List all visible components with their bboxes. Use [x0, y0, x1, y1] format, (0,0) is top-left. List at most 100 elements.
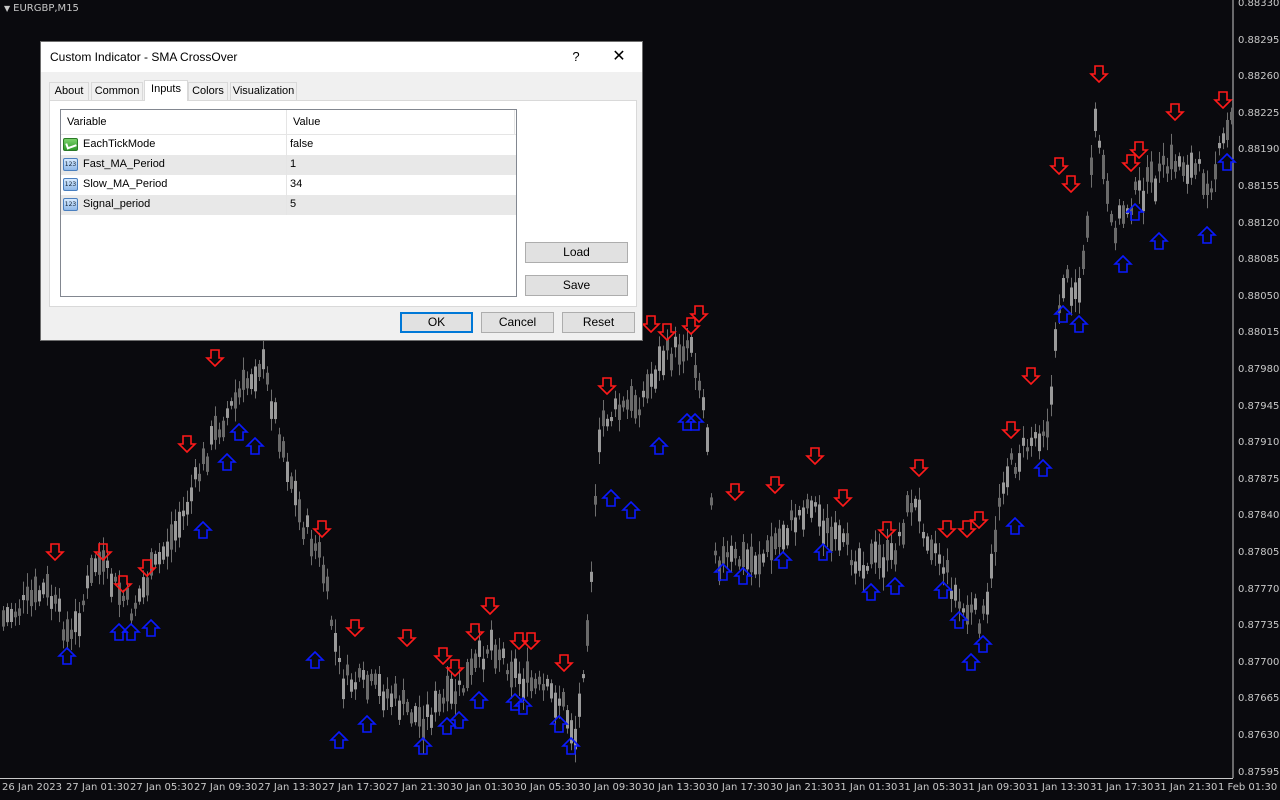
column-header-value[interactable]: Value: [293, 116, 320, 128]
ok-button[interactable]: OK: [400, 312, 473, 333]
candle-body: [1210, 188, 1213, 193]
variable-name: Signal_period: [83, 198, 151, 210]
candle-body: [182, 510, 185, 517]
price-tick-label: 0.88120: [1238, 217, 1280, 229]
load-button[interactable]: Load: [525, 242, 628, 263]
candle-body: [146, 577, 149, 596]
candle-body: [530, 677, 533, 692]
buy-arrow-icon: [245, 436, 265, 455]
dialog-title: Custom Indicator - SMA CrossOver: [50, 50, 238, 64]
candle-body: [426, 704, 429, 717]
symbol-label: ▼ EURGBP,M15: [4, 3, 79, 14]
candle-body: [962, 608, 965, 613]
sell-arrow-icon: [554, 654, 574, 673]
time-tick-label: 31 Jan 01:30: [834, 782, 898, 793]
candle-body: [1034, 432, 1037, 439]
candle-body: [78, 613, 81, 637]
candle-body: [610, 417, 613, 422]
tab-colors[interactable]: Colors: [188, 82, 228, 100]
candle-body: [966, 604, 969, 625]
input-row-eachtickmode[interactable]: EachTickMode false: [61, 135, 516, 155]
input-row-signal-period[interactable]: 123 Signal_period 5: [61, 195, 516, 215]
candle-body: [606, 418, 609, 427]
tab-inputs[interactable]: Inputs: [144, 80, 188, 101]
buy-arrow-icon: [1005, 516, 1025, 535]
cancel-button[interactable]: Cancel: [481, 312, 554, 333]
candle-body: [1230, 111, 1233, 121]
candle-body: [722, 546, 725, 564]
candle-body: [766, 540, 769, 553]
candle-body: [14, 611, 17, 618]
buy-arrow-icon: [469, 690, 489, 709]
reset-button[interactable]: Reset: [562, 312, 635, 333]
column-divider[interactable]: [286, 110, 287, 134]
candle-body: [62, 629, 65, 641]
help-button[interactable]: ?: [564, 46, 588, 68]
sell-arrow-icon: [597, 377, 617, 396]
candle-body: [782, 524, 785, 550]
candle-body: [822, 520, 825, 545]
buy-arrow-icon: [621, 500, 641, 519]
cell-divider: [286, 155, 287, 175]
candle-body: [102, 550, 105, 572]
candle-body: [558, 698, 561, 706]
candle-body: [130, 613, 133, 621]
tab-visualization[interactable]: Visualization: [230, 82, 297, 100]
candle-body: [66, 619, 69, 642]
candle-body: [178, 511, 181, 538]
candle-body: [162, 546, 165, 560]
column-header-variable[interactable]: Variable: [67, 116, 107, 128]
input-row-slow-ma-period[interactable]: 123 Slow_MA_Period 34: [61, 175, 516, 195]
number-icon: 123: [63, 158, 78, 171]
candle-body: [1078, 278, 1081, 303]
input-row-fast-ma-period[interactable]: 123 Fast_MA_Period 1: [61, 155, 516, 175]
save-button[interactable]: Save: [525, 275, 628, 296]
price-tick-label: 0.87735: [1238, 620, 1280, 632]
candle-body: [1042, 431, 1045, 436]
buy-arrow-icon: [217, 452, 237, 471]
tab-common[interactable]: Common: [91, 82, 143, 100]
buy-arrow-icon: [885, 576, 905, 595]
column-divider[interactable]: [514, 110, 515, 134]
candle-body: [858, 548, 861, 571]
candle-body: [1070, 287, 1073, 306]
candle-body: [1054, 329, 1057, 351]
time-tick-label: 27 Jan 01:30: [66, 782, 130, 793]
candle-body: [746, 549, 749, 570]
close-button[interactable]: ✕: [607, 46, 631, 68]
candle-body: [550, 683, 553, 699]
candle-body: [654, 369, 657, 389]
sell-arrow-icon: [445, 659, 465, 678]
candle-body: [598, 429, 601, 453]
sell-arrow-icon: [725, 483, 745, 502]
variable-value[interactable]: 34: [290, 178, 302, 190]
buy-arrow-icon: [601, 488, 621, 507]
price-tick-label: 0.88050: [1238, 290, 1280, 302]
variable-name: EachTickMode: [83, 138, 156, 150]
variable-value[interactable]: 5: [290, 198, 296, 210]
candle-body: [802, 507, 805, 530]
candle-body: [1038, 433, 1041, 452]
candle-body: [734, 548, 737, 559]
price-tick-label: 0.88330: [1238, 0, 1280, 9]
candle-body: [1146, 167, 1149, 182]
candle-body: [486, 649, 489, 654]
candle-body: [386, 688, 389, 699]
candle-body: [1170, 144, 1173, 170]
cell-divider: [286, 175, 287, 195]
candle-body: [510, 661, 513, 688]
candle-body: [242, 369, 245, 390]
buy-arrow-icon: [773, 550, 793, 569]
variable-value[interactable]: 1: [290, 158, 296, 170]
candle-body: [42, 582, 45, 595]
candle-body: [374, 673, 377, 685]
candle-body: [730, 545, 733, 562]
candle-body: [382, 691, 385, 711]
buy-arrow-icon: [57, 646, 77, 665]
dialog-title-bar: Custom Indicator - SMA CrossOver ? ✕: [41, 42, 642, 72]
tab-about[interactable]: About: [49, 82, 89, 100]
candle-body: [630, 386, 633, 411]
candle-body: [1138, 180, 1141, 191]
cell-divider: [286, 195, 287, 215]
variable-value[interactable]: false: [290, 138, 313, 150]
